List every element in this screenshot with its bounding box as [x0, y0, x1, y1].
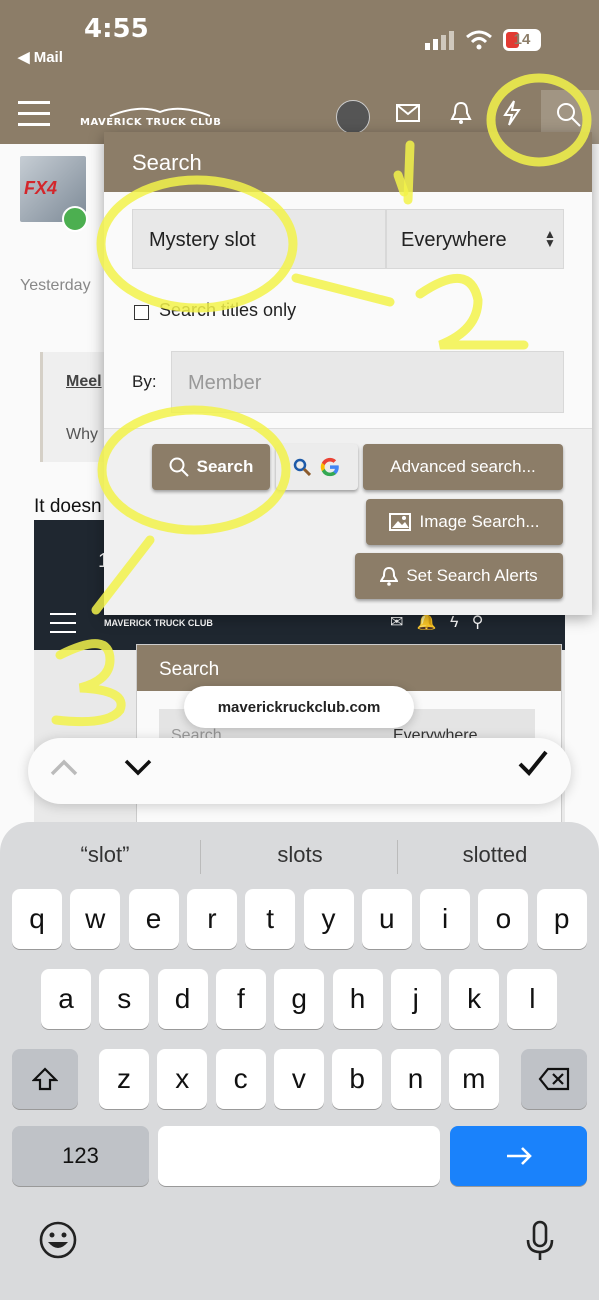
key-z[interactable]: z	[99, 1049, 149, 1109]
key-k[interactable]: k	[449, 969, 500, 1029]
key-t[interactable]: t	[245, 889, 296, 949]
emoji-icon[interactable]	[38, 1220, 78, 1270]
key-q[interactable]: q	[12, 889, 62, 949]
embedded-hamburger-icon	[50, 612, 76, 639]
user-avatar[interactable]	[336, 100, 370, 134]
hamburger-menu-icon[interactable]	[18, 100, 50, 131]
battery-icon: 14	[503, 29, 541, 51]
checkmark-icon[interactable]	[518, 750, 548, 784]
key-e[interactable]: e	[128, 889, 179, 949]
key-l[interactable]: l	[507, 969, 558, 1029]
site-logo-text: MAVERICK TRUCK CLUB	[80, 117, 222, 128]
suggestion-1[interactable]: “slot”	[10, 842, 200, 868]
search-alerts-button[interactable]: Set Search Alerts	[355, 553, 563, 599]
popover-title: Search	[132, 150, 202, 175]
page-bottom-cutoff	[0, 1280, 599, 1300]
google-icon	[320, 457, 339, 477]
space-key[interactable]	[158, 1126, 440, 1186]
member-input[interactable]: Member	[171, 351, 564, 413]
key-x[interactable]: x	[157, 1049, 208, 1109]
chevron-down-icon[interactable]	[124, 752, 152, 783]
key-a[interactable]: a	[41, 969, 91, 1029]
online-status-icon	[62, 206, 88, 232]
key-w[interactable]: w	[70, 889, 121, 949]
quote-text: Why	[66, 426, 98, 443]
status-bar: 4:55 ◀ Mail 14	[0, 0, 599, 90]
search-input[interactable]: Mystery slot	[132, 209, 386, 269]
key-v[interactable]: v	[273, 1049, 324, 1109]
go-key[interactable]	[450, 1126, 587, 1186]
shift-key[interactable]	[12, 1049, 78, 1109]
clock: 4:55	[84, 14, 149, 44]
select-arrows-icon: ▲ ▼	[544, 227, 556, 250]
search-alerts-label: Set Search Alerts	[406, 566, 538, 585]
key-m[interactable]: m	[448, 1049, 499, 1109]
battery-level: 14	[513, 31, 531, 48]
key-s[interactable]: s	[99, 969, 150, 1029]
key-i[interactable]: i	[420, 889, 471, 949]
numbers-key[interactable]: 123	[12, 1126, 149, 1186]
bell-icon[interactable]	[450, 101, 472, 130]
by-label: By:	[132, 372, 157, 391]
key-g[interactable]: g	[274, 969, 325, 1029]
key-r[interactable]: r	[186, 889, 237, 949]
suggestion-2[interactable]: slots	[205, 842, 395, 868]
image-search-label: Image Search...	[419, 512, 540, 531]
key-j[interactable]: j	[390, 969, 441, 1029]
signal-icon	[425, 30, 459, 55]
bell-icon	[380, 566, 399, 586]
search-popover: Search Mystery slot Everywhere ▲ ▼ Search…	[104, 132, 592, 615]
key-f[interactable]: f	[215, 969, 266, 1029]
google-search-button[interactable]	[276, 444, 358, 490]
key-y[interactable]: y	[303, 889, 354, 949]
key-b[interactable]: b	[332, 1049, 383, 1109]
key-n[interactable]: n	[390, 1049, 441, 1109]
embedded-icons: ✉ 🔔 ϟ ⚲	[390, 614, 484, 631]
chevron-up-icon[interactable]	[50, 752, 78, 783]
search-icon	[169, 457, 189, 477]
search-scope-select[interactable]: Everywhere	[386, 209, 564, 269]
embedded-panel-title: Search	[159, 659, 220, 680]
arrow-right-icon	[506, 1147, 532, 1165]
lightning-icon[interactable]	[503, 100, 521, 131]
search-button[interactable]: Search	[152, 444, 270, 490]
suggestion-3[interactable]: slotted	[400, 842, 590, 868]
key-o[interactable]: o	[478, 889, 529, 949]
onscreen-keyboard: “slot” slots slotted 123 qwertyuiop asdfg…	[0, 822, 599, 1300]
post-body-text: It doesn	[34, 496, 102, 517]
key-c[interactable]: c	[215, 1049, 266, 1109]
titles-only-label[interactable]: Search titles only	[159, 300, 296, 321]
quote-author-link[interactable]: Meel	[66, 373, 102, 391]
suggestion-divider	[397, 840, 398, 874]
key-p[interactable]: p	[536, 889, 587, 949]
delete-key[interactable]	[521, 1049, 587, 1109]
avatar-badge: FX4	[24, 178, 58, 198]
search-button-label: Search	[196, 457, 254, 476]
embedded-logo: MAVERICK TRUCK CLUB	[104, 618, 213, 628]
form-accessory-toolbar	[28, 738, 571, 804]
embedded-panel-header: Search	[137, 645, 561, 691]
search-icon	[557, 103, 581, 127]
url-pill[interactable]: maverickruckclub.com	[184, 686, 414, 728]
key-d[interactable]: d	[157, 969, 208, 1029]
key-u[interactable]: u	[361, 889, 412, 949]
microphone-icon[interactable]	[524, 1220, 556, 1271]
wifi-icon	[466, 30, 492, 55]
back-to-mail-link[interactable]: ◀ Mail	[18, 48, 63, 66]
image-search-button[interactable]: Image Search...	[366, 499, 563, 545]
post-date: Yesterday	[20, 277, 91, 294]
titles-only-checkbox[interactable]	[134, 305, 149, 320]
popover-header: Search	[104, 132, 592, 192]
site-logo[interactable]: MAVERICK TRUCK CLUB	[80, 104, 221, 128]
suggestion-divider	[200, 840, 201, 874]
key-h[interactable]: h	[332, 969, 383, 1029]
inbox-icon[interactable]	[396, 104, 420, 127]
image-icon	[389, 513, 412, 531]
magnifier-icon	[293, 458, 311, 476]
advanced-search-button[interactable]: Advanced search...	[363, 444, 563, 490]
